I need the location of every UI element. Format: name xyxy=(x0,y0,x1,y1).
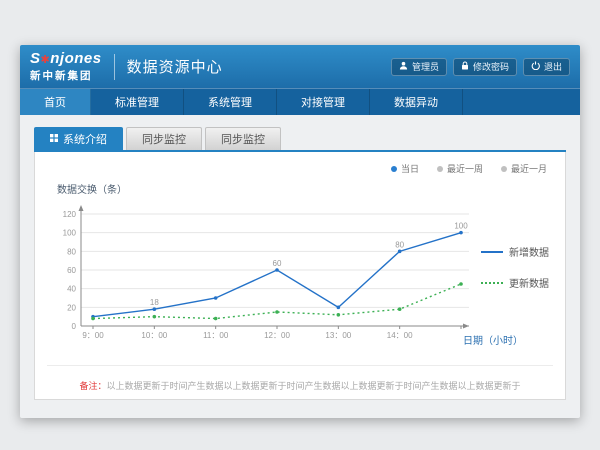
legend-line-sample xyxy=(481,251,503,253)
tab-label: 系统介绍 xyxy=(63,131,107,147)
legend-label: 新增数据 xyxy=(509,244,549,259)
filter-today[interactable]: 当日 xyxy=(391,162,419,175)
filter-last-month[interactable]: 最近一月 xyxy=(501,162,547,175)
chart-area: 0 20 40 60 80 100 120 9：00 10：00 11：00 12：00 13：00 1… xyxy=(47,198,553,361)
power-icon xyxy=(531,61,540,72)
company-name: 新中新集团 xyxy=(30,68,102,83)
dot-icon xyxy=(391,166,397,172)
svg-text:14：00: 14：00 xyxy=(387,331,413,340)
change-password-button-label: 修改密码 xyxy=(473,60,509,73)
tab-bar: 系统介绍 同步监控 同步监控 xyxy=(34,127,566,152)
filter-label: 最近一月 xyxy=(511,162,547,175)
svg-text:0: 0 xyxy=(72,322,77,331)
change-password-button[interactable]: 修改密码 xyxy=(453,58,517,76)
line-chart: 0 20 40 60 80 100 120 9：00 10：00 11：00 12：00 13：00 1… xyxy=(47,198,477,348)
svg-text:40: 40 xyxy=(67,285,76,294)
logout-button-label: 退出 xyxy=(544,60,562,73)
tab-sync-monitor-1[interactable]: 同步监控 xyxy=(126,127,202,150)
time-filter-legend: 当日 最近一周 最近一月 xyxy=(47,158,553,175)
nav-item-system-mgmt[interactable]: 系统管理 xyxy=(184,89,277,115)
nav-item-home[interactable]: 首页 xyxy=(20,89,91,115)
nav-item-data-change[interactable]: 数据异动 xyxy=(370,89,463,115)
admin-button-label: 管理员 xyxy=(412,60,439,73)
logo-prefix: S xyxy=(30,50,41,67)
app-window: S✱njones 新中新集团 数据资源中心 管理员 修改密码 退出 xyxy=(20,45,580,418)
filter-label: 当日 xyxy=(401,162,419,175)
filter-last-week[interactable]: 最近一周 xyxy=(437,162,483,175)
grid-icon xyxy=(50,133,58,145)
x-axis-title: 日期（小时） xyxy=(463,332,523,347)
logo-suffix: njones xyxy=(50,50,101,67)
logo-star-icon: ✱ xyxy=(41,54,51,66)
nav-item-connect-mgmt[interactable]: 对接管理 xyxy=(277,89,370,115)
svg-text:20: 20 xyxy=(67,303,76,312)
footnote-prefix: 备注： xyxy=(79,381,106,391)
svg-text:80: 80 xyxy=(67,247,76,256)
dot-icon xyxy=(437,166,443,172)
chart-legend: 新增数据更新数据 xyxy=(481,244,549,290)
chart-panel: 当日 最近一周 最近一月 数据交换（条） 0 20 40 60 80 100 120 9：00… xyxy=(34,152,566,400)
y-axis-title: 数据交换（条） xyxy=(57,181,553,196)
user-actions: 管理员 修改密码 退出 xyxy=(391,58,570,76)
series-legend-item[interactable]: 更新数据 xyxy=(481,275,549,290)
lock-icon xyxy=(461,61,469,72)
series-legend-item[interactable]: 新增数据 xyxy=(481,244,549,259)
nav-item-standard-mgmt[interactable]: 标准管理 xyxy=(91,89,184,115)
logout-button[interactable]: 退出 xyxy=(523,58,570,76)
desktop-background: S✱njones 新中新集团 数据资源中心 管理员 修改密码 退出 xyxy=(0,0,600,450)
footnote: 备注：以上数据更新于时间产生数据以上数据更新于时间产生数据以上数据更新于时间产生… xyxy=(47,365,553,392)
legend-line-sample xyxy=(481,282,503,284)
svg-text:9：00: 9：00 xyxy=(82,331,104,340)
tab-sync-monitor-2[interactable]: 同步监控 xyxy=(205,127,281,150)
svg-text:18: 18 xyxy=(150,298,159,307)
svg-text:11：00: 11：00 xyxy=(203,331,229,340)
logo-text: S✱njones xyxy=(30,51,102,66)
brand-logo: S✱njones 新中新集团 xyxy=(30,51,102,83)
admin-button[interactable]: 管理员 xyxy=(391,58,447,76)
content-area: 系统介绍 同步监控 同步监控 当日 最近一周 最近一月 数据交换（条） 0 20 4… xyxy=(20,115,580,418)
svg-text:100: 100 xyxy=(63,229,77,238)
svg-text:13：00: 13：00 xyxy=(325,331,351,340)
user-icon xyxy=(399,61,408,72)
svg-text:60: 60 xyxy=(273,259,282,268)
svg-text:80: 80 xyxy=(395,240,404,249)
filter-label: 最近一周 xyxy=(447,162,483,175)
svg-text:120: 120 xyxy=(63,210,77,219)
svg-text:10：00: 10：00 xyxy=(141,331,167,340)
footnote-text: 以上数据更新于时间产生数据以上数据更新于时间产生数据以上数据更新于时间产生数据以… xyxy=(107,381,521,391)
tab-system-intro[interactable]: 系统介绍 xyxy=(34,127,123,150)
dot-icon xyxy=(501,166,507,172)
main-nav: 首页 标准管理 系统管理 对接管理 数据异动 xyxy=(20,88,580,115)
legend-label: 更新数据 xyxy=(509,275,549,290)
page-title: 数据资源中心 xyxy=(127,56,223,77)
app-header: S✱njones 新中新集团 数据资源中心 管理员 修改密码 退出 xyxy=(20,45,580,88)
svg-text:100: 100 xyxy=(454,222,468,231)
header-divider xyxy=(114,54,115,80)
svg-text:12：00: 12：00 xyxy=(264,331,290,340)
svg-text:60: 60 xyxy=(67,266,76,275)
